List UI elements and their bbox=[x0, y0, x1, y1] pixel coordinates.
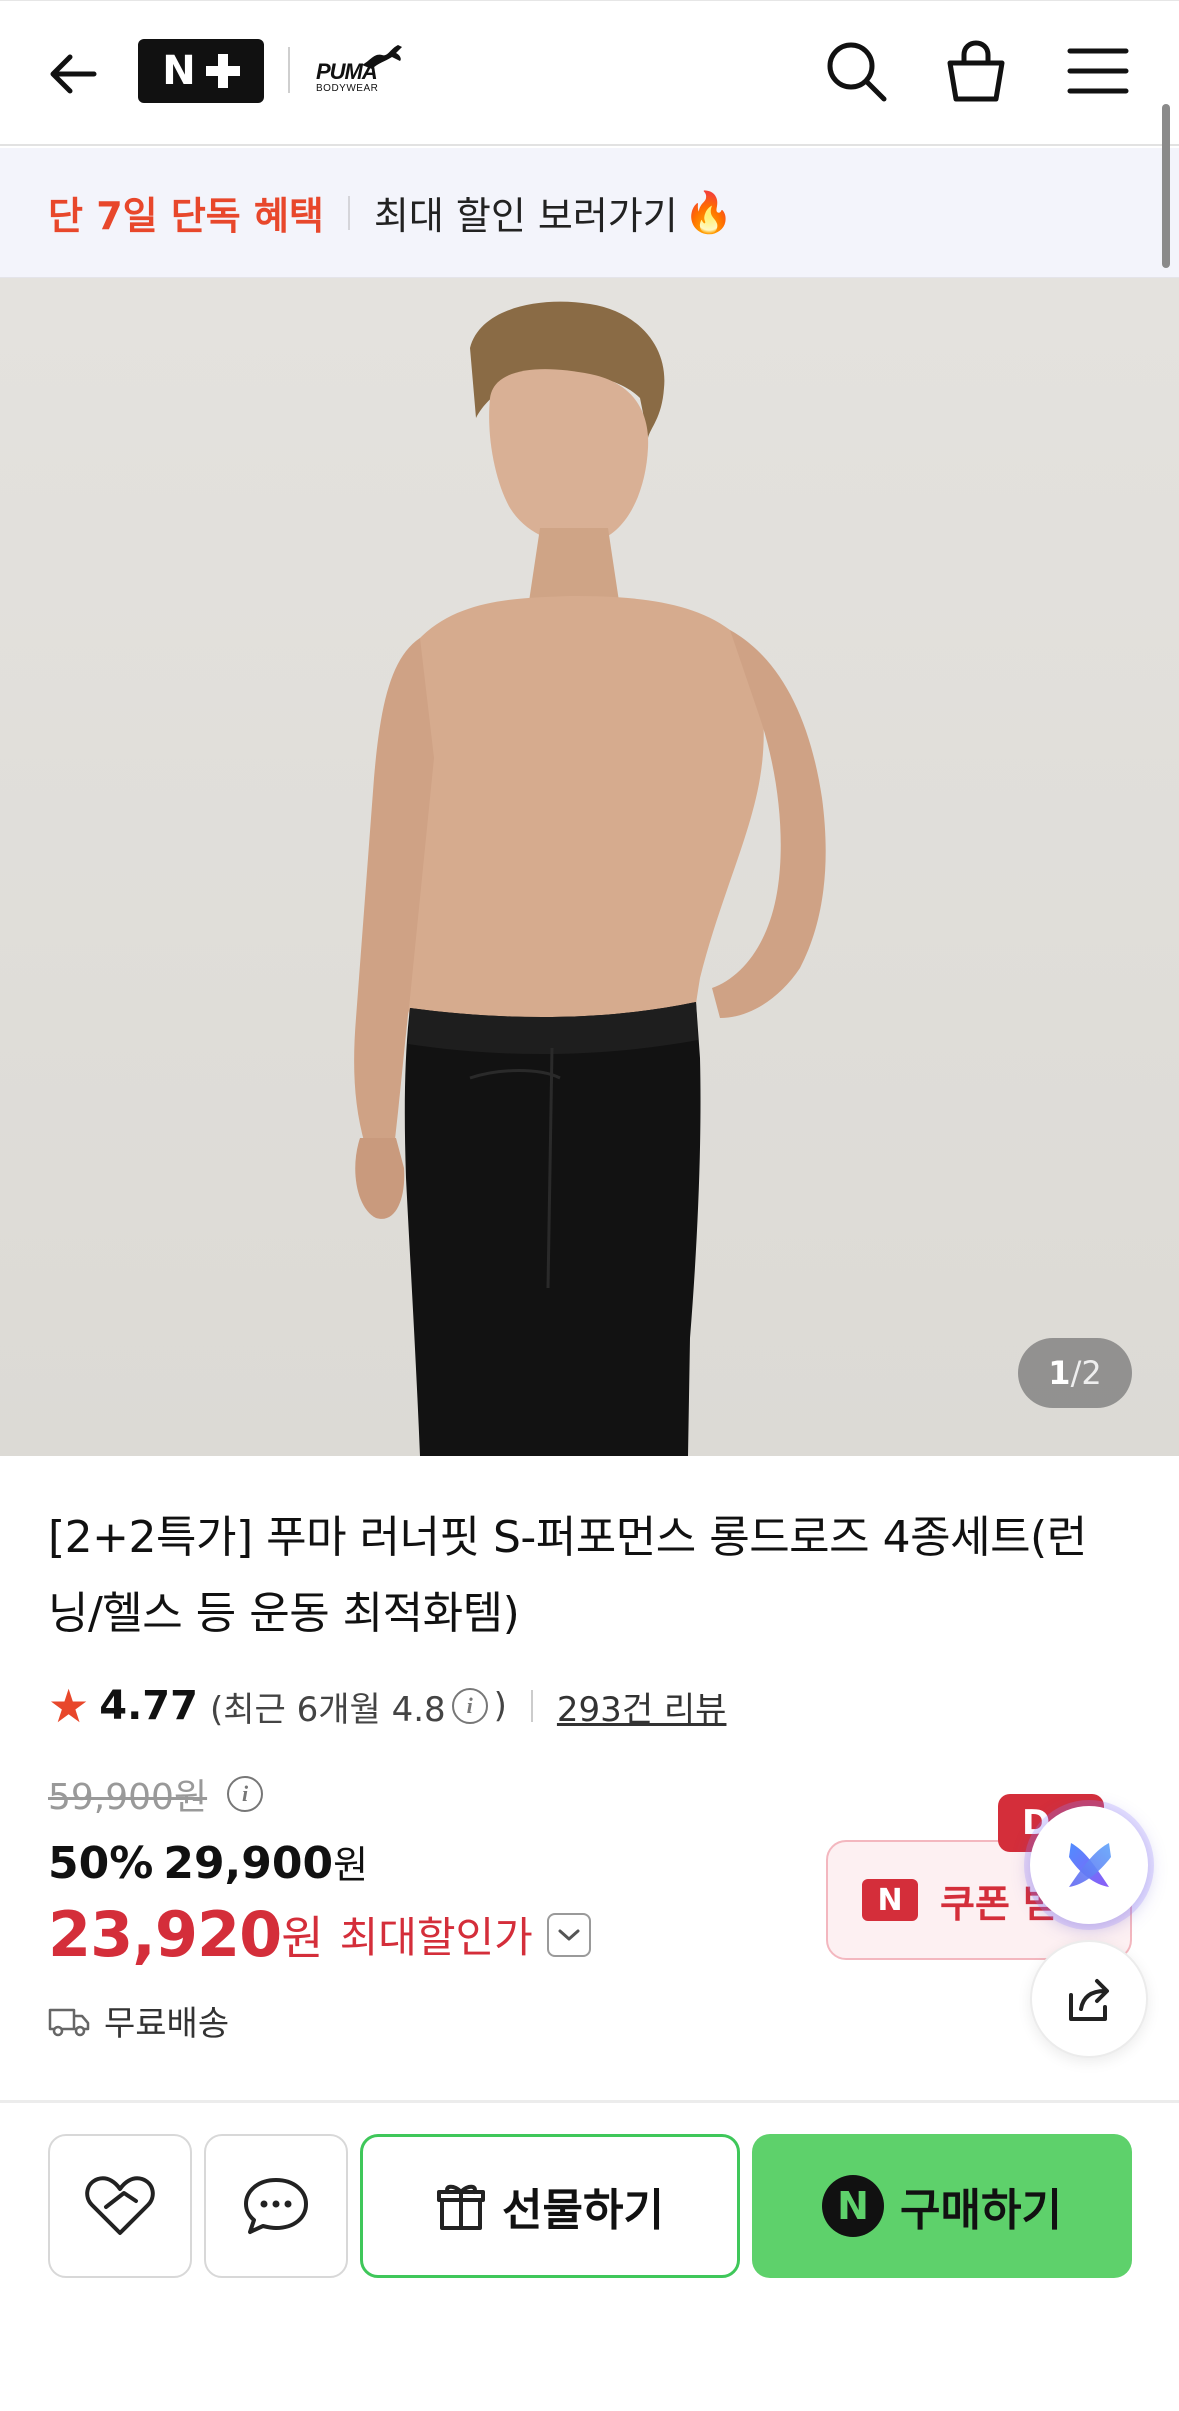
promo-link[interactable]: 최대 할인 보러가기 bbox=[374, 185, 678, 240]
bodywear-subtitle: BODYWEAR bbox=[316, 83, 379, 94]
fire-icon: 🔥 bbox=[683, 190, 734, 236]
naver-plus-logo-letter: N bbox=[162, 48, 196, 94]
puma-bodywear-logo[interactable]: PUMA BODYWEAR bbox=[312, 43, 402, 99]
page-separator: / bbox=[1070, 1354, 1082, 1392]
back-arrow-icon[interactable] bbox=[40, 39, 110, 109]
share-button[interactable] bbox=[1030, 1940, 1148, 2058]
buy-button[interactable]: N 구매하기 bbox=[752, 2134, 1132, 2278]
naver-pay-icon: N bbox=[822, 2175, 885, 2237]
product-image-gallery[interactable]: 1 / 2 bbox=[0, 278, 1179, 1456]
recent-rating-text: (최근 6개월 4.8 bbox=[209, 1689, 446, 1730]
hamburger-menu-icon[interactable] bbox=[1062, 35, 1134, 107]
chevron-down-icon[interactable] bbox=[546, 1912, 591, 1957]
max-price-unit: 원 bbox=[281, 1910, 324, 1965]
rating-row: ★ 4.77 (최근 6개월 4.8 i ) 293건 리뷰 bbox=[48, 1676, 726, 1736]
recent-rating-close: ) bbox=[493, 1686, 507, 1726]
logo-divider bbox=[288, 47, 290, 93]
original-price-row: 59,900원 i bbox=[48, 1768, 269, 1820]
talk-button[interactable] bbox=[204, 2134, 348, 2278]
promo-highlight: 단 7일 단독 혜택 bbox=[48, 194, 324, 238]
page-current: 1 bbox=[1048, 1354, 1071, 1392]
naver-coupon-icon: N bbox=[862, 1879, 918, 1921]
bottom-action-bar: 선물하기 N 구매하기 bbox=[0, 2103, 1179, 2411]
product-photo bbox=[354, 301, 826, 1456]
buy-label: 구매하기 bbox=[900, 2185, 1062, 2236]
star-icon: ★ bbox=[48, 1679, 90, 1733]
top-navigation-bar: N PUMA BODYWEAR bbox=[0, 0, 1179, 146]
rating-divider bbox=[530, 1690, 533, 1722]
promo-banner[interactable]: 단 7일 단독 혜택 최대 할인 보러가기 🔥 bbox=[0, 148, 1179, 278]
gift-label: 선물하기 bbox=[502, 2185, 664, 2236]
chat-bubble-icon bbox=[244, 2178, 308, 2234]
shipping-row: 무료배송 bbox=[48, 1996, 229, 2045]
max-discount-price-row[interactable]: 23,920 원 최대할인가 bbox=[48, 1898, 591, 1971]
max-discount-label: 최대할인가 bbox=[339, 1913, 533, 1962]
truck-icon bbox=[48, 2008, 90, 2036]
product-title: [2+2특가] 푸마 러너핏 S-퍼포먼스 롱드로즈 4종세트(런닝/헬스 등 … bbox=[48, 1512, 1087, 1639]
ai-sparkle-icon bbox=[1069, 1843, 1111, 1887]
original-price: 59,900원 bbox=[48, 1777, 208, 1818]
naver-plus-logo[interactable]: N bbox=[138, 39, 264, 103]
shopping-bag-icon[interactable] bbox=[940, 35, 1012, 107]
sale-price: 29,900 bbox=[163, 1838, 334, 1889]
page-total: 2 bbox=[1081, 1354, 1102, 1392]
price-info-icon[interactable]: i bbox=[227, 1776, 264, 1812]
ai-assistant-button[interactable] bbox=[1030, 1806, 1148, 1924]
info-icon[interactable]: i bbox=[451, 1688, 488, 1724]
review-count-link[interactable]: 293건 리뷰 bbox=[557, 1682, 727, 1731]
scrollbar[interactable] bbox=[1162, 104, 1170, 268]
discount-percent: 50% bbox=[48, 1838, 154, 1889]
sale-price-row: 50% 29,900 원 bbox=[48, 1834, 368, 1889]
promo-divider bbox=[347, 195, 350, 230]
image-page-indicator: 1 / 2 bbox=[1018, 1338, 1132, 1408]
wishlist-button[interactable] bbox=[48, 2134, 192, 2278]
shipping-text: 무료배송 bbox=[104, 2004, 230, 2044]
sale-price-unit: 원 bbox=[333, 1843, 369, 1887]
plus-icon bbox=[205, 54, 240, 88]
gift-icon bbox=[437, 2184, 486, 2230]
puma-wordmark: PUMA bbox=[316, 59, 378, 84]
rating-score: 4.77 bbox=[99, 1683, 198, 1729]
share-icon bbox=[1069, 1979, 1109, 2021]
gift-button[interactable]: 선물하기 bbox=[360, 2134, 740, 2278]
recent-rating: (최근 6개월 4.8 i ) bbox=[210, 1682, 507, 1731]
search-icon[interactable] bbox=[820, 35, 892, 107]
max-discount-price: 23,920 bbox=[48, 1898, 282, 1971]
heart-icon bbox=[85, 2176, 155, 2235]
